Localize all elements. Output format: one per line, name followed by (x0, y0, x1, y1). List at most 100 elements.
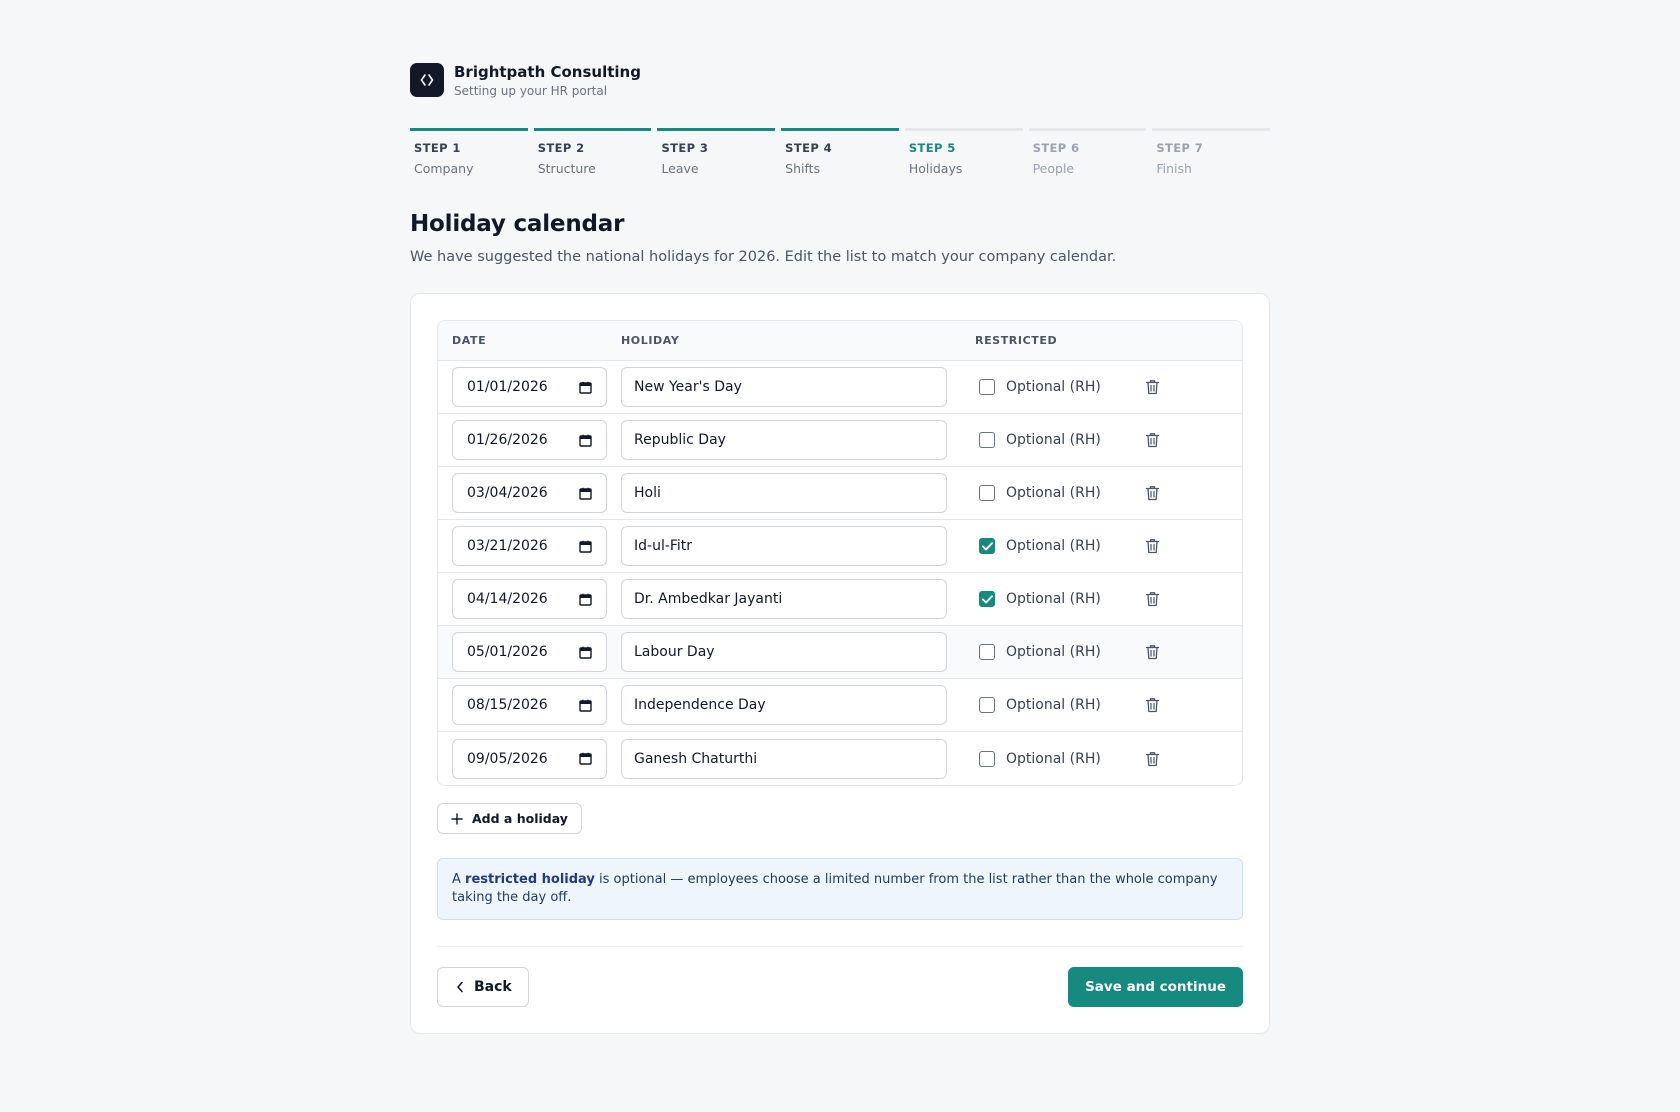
restricted-toggle[interactable]: Optional (RH) (975, 750, 1135, 767)
restricted-label: Optional (RH) (1006, 538, 1101, 554)
step-number: STEP 6 (1032, 141, 1080, 155)
step-number: STEP 1 (414, 141, 461, 155)
restricted-checkbox[interactable] (979, 591, 995, 607)
trash-icon[interactable] (1145, 538, 1242, 554)
calendar-icon[interactable] (579, 434, 592, 447)
holiday-name-input[interactable]: Labour Day (621, 632, 947, 672)
step-6: STEP 6 People (1028, 128, 1147, 177)
restricted-toggle[interactable]: Optional (RH) (975, 485, 1135, 501)
date-input[interactable]: 09/05/2026 (452, 738, 607, 779)
holiday-name-input[interactable]: Independence Day (621, 685, 947, 725)
restricted-label: Optional (RH) (1006, 485, 1101, 501)
table-row: 08/15/2026 Independence Day Optional (RH) (438, 679, 1242, 732)
restricted-toggle[interactable]: Optional (RH) (975, 538, 1135, 554)
table-row: 01/01/2026 New Year's Day Optional (RH) (438, 361, 1242, 414)
restricted-label: Optional (RH) (1006, 697, 1101, 713)
date-value: 01/26/2026 (467, 432, 548, 448)
calendar-icon[interactable] (579, 646, 592, 659)
calendar-icon[interactable] (579, 593, 592, 606)
date-value: 04/14/2026 (467, 591, 548, 607)
restricted-label: Optional (RH) (1006, 432, 1101, 448)
restricted-toggle[interactable]: Optional (RH) (975, 697, 1135, 713)
trash-icon[interactable] (1145, 379, 1242, 395)
date-input[interactable]: 05/01/2026 (452, 632, 607, 672)
step-1: STEP 1 Company (410, 128, 528, 177)
restricted-toggle[interactable]: Optional (RH) (975, 644, 1135, 660)
date-input[interactable]: 03/04/2026 (452, 473, 607, 513)
date-input[interactable]: 01/26/2026 (452, 420, 607, 460)
column-header-date: DATE (452, 334, 487, 347)
date-value: 03/21/2026 (467, 538, 548, 554)
stepper: STEP 1 Company STEP 2 Structure STEP 3 Leave S… (410, 128, 1271, 177)
calendar-icon[interactable] (579, 381, 592, 394)
holiday-name-input[interactable]: Ganesh Chaturthi (621, 738, 947, 779)
brand-header: Brightpath Consulting Setting up your HR… (410, 62, 1270, 98)
date-value: 08/15/2026 (467, 697, 548, 713)
step-7: STEP 7 Finish (1152, 128, 1271, 177)
restricted-checkbox[interactable] (979, 485, 995, 501)
trash-icon[interactable] (1145, 485, 1242, 501)
page-title: Holiday calendar (410, 211, 625, 237)
restricted-checkbox[interactable] (979, 379, 995, 395)
date-input[interactable]: 04/14/2026 (452, 579, 607, 619)
table-body: 01/01/2026 New Year's Day Optional (RH) 01/… (438, 361, 1242, 785)
table-row: 01/26/2026 Republic Day Optional (RH) (438, 414, 1242, 467)
restricted-checkbox[interactable] (979, 697, 995, 713)
save-and-continue-button[interactable]: Save and continue (1068, 967, 1243, 1007)
holiday-name-input[interactable]: Dr. Ambedkar Jayanti (621, 579, 947, 619)
date-value: 03/04/2026 (467, 485, 548, 501)
holiday-name-value: Dr. Ambedkar Jayanti (634, 591, 783, 607)
trash-icon[interactable] (1145, 432, 1242, 448)
restricted-checkbox[interactable] (979, 432, 995, 448)
holiday-table: DATE HOLIDAY RESTRICTED 01/01/2026 New Ye… (437, 320, 1243, 786)
holiday-name-input[interactable]: Holi (621, 473, 947, 513)
add-holiday-label: Add a holiday (472, 811, 568, 826)
brand-text: Brightpath Consulting Setting up your HR… (454, 62, 641, 99)
restricted-toggle[interactable]: Optional (RH) (975, 591, 1135, 607)
calendar-icon[interactable] (579, 540, 592, 553)
table-row: 09/05/2026 Ganesh Chaturthi Optional (RH) (438, 732, 1242, 785)
note-term: restricted holiday (465, 872, 595, 887)
step-name: Company (414, 161, 474, 176)
step-number: STEP 2 (537, 141, 585, 155)
step-name: People (1032, 161, 1075, 176)
restricted-checkbox[interactable] (979, 538, 995, 554)
restricted-label: Optional (RH) (1006, 591, 1101, 607)
holiday-name-value: Ganesh Chaturthi (634, 750, 758, 767)
date-input[interactable]: 01/01/2026 (452, 367, 607, 407)
trash-icon[interactable] (1145, 644, 1242, 660)
restricted-toggle[interactable]: Optional (RH) (975, 379, 1135, 395)
step-2: STEP 2 Structure (533, 128, 652, 177)
step-number: STEP 5 (908, 141, 956, 155)
date-value: 01/01/2026 (467, 379, 548, 395)
table-header: DATE HOLIDAY RESTRICTED (438, 321, 1242, 361)
step-name: Holidays (908, 161, 963, 176)
holiday-name-value: Independence Day (634, 697, 766, 713)
restricted-toggle[interactable]: Optional (RH) (975, 432, 1135, 448)
restricted-label: Optional (RH) (1006, 750, 1101, 767)
add-holiday-button[interactable]: Add a holiday (437, 803, 582, 834)
holiday-name-input[interactable]: New Year's Day (621, 367, 947, 407)
calendar-icon[interactable] (579, 752, 592, 765)
back-button[interactable]: Back (437, 967, 529, 1007)
holiday-name-input[interactable]: Republic Day (621, 420, 947, 460)
date-input[interactable]: 08/15/2026 (452, 685, 607, 725)
step-name: Structure (537, 161, 596, 176)
step-name: Finish (1156, 161, 1192, 176)
restricted-checkbox[interactable] (979, 750, 995, 767)
holiday-card: DATE HOLIDAY RESTRICTED 01/01/2026 New Ye… (410, 293, 1270, 1034)
date-value: 05/01/2026 (467, 644, 548, 660)
calendar-icon[interactable] (579, 487, 592, 500)
date-input[interactable]: 03/21/2026 (452, 526, 607, 566)
trash-icon[interactable] (1145, 751, 1242, 767)
table-row: 03/21/2026 Id-ul-Fitr Optional (RH) (438, 520, 1242, 573)
restricted-holiday-note: A restricted holiday is optional — emplo… (437, 858, 1243, 920)
chevron-left-icon (456, 981, 464, 993)
restricted-checkbox[interactable] (979, 644, 995, 660)
step-number: STEP 7 (1156, 141, 1204, 155)
trash-icon[interactable] (1145, 591, 1242, 607)
restricted-label: Optional (RH) (1006, 379, 1101, 395)
calendar-icon[interactable] (579, 699, 592, 712)
trash-icon[interactable] (1145, 697, 1242, 713)
holiday-name-input[interactable]: Id-ul-Fitr (621, 526, 947, 566)
